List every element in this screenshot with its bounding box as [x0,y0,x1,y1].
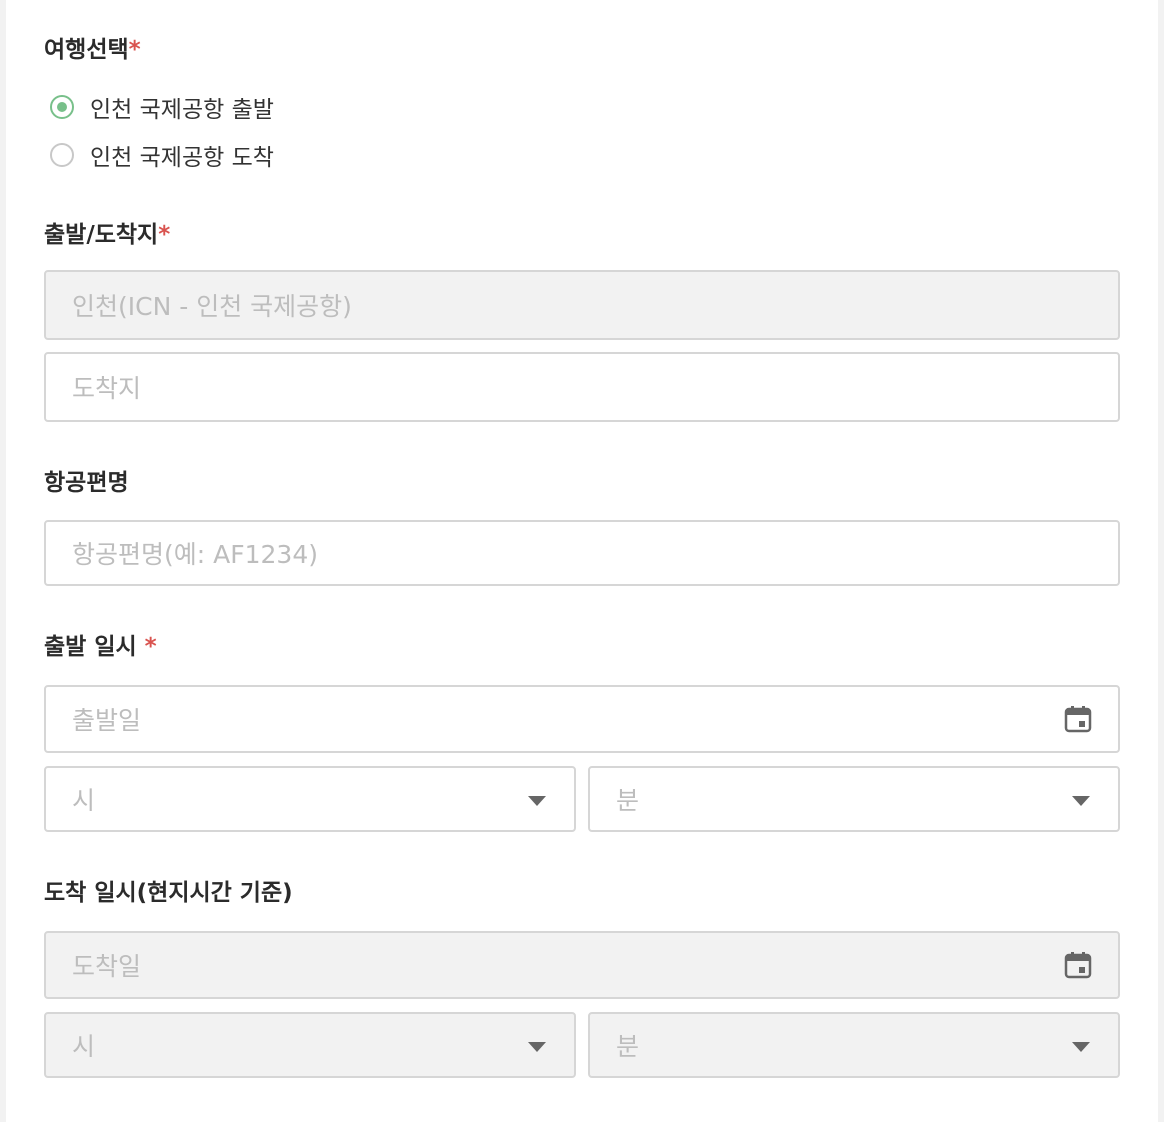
arrival-minute-placeholder: 분 [616,1032,640,1061]
departure-title: 출발 일시 * [44,627,157,661]
chevron-down-icon [1072,1042,1090,1052]
required-mark: * [158,222,171,248]
trip-option-label: 인천 국제공항 출발 [90,97,274,123]
arrival-title-text: 도착 일시(현지시간 기준) [44,880,293,906]
calendar-icon [1064,952,1092,979]
trip-option-departure[interactable]: 인천 국제공항 출발 [50,91,274,123]
chevron-down-icon [528,1042,546,1052]
calendar-icon[interactable] [1064,705,1092,733]
arrival-hour-select: 시 [44,1012,576,1078]
departure-date-input[interactable]: 출발일 [44,685,1120,753]
origin-field: 인천(ICN - 인천 국제공항) [44,270,1120,340]
destination-input[interactable]: 도착지 [44,352,1120,422]
required-mark: * [128,37,141,63]
flight-number-placeholder: 항공편명(예: AF1234) [72,540,318,569]
destination-placeholder: 도착지 [72,374,142,403]
departure-date-placeholder: 출발일 [72,706,142,735]
arrival-title: 도착 일시(현지시간 기준) [44,873,293,907]
right-border [1158,0,1164,1122]
departure-hour-select[interactable]: 시 [44,766,576,832]
departure-title-text: 출발 일시 [44,634,137,660]
arrival-hour-placeholder: 시 [72,1032,96,1061]
trip-option-label: 인천 국제공항 도착 [90,145,274,171]
flight-number-input[interactable]: 항공편명(예: AF1234) [44,520,1120,586]
departure-hour-placeholder: 시 [72,786,96,815]
trip-option-arrival[interactable]: 인천 국제공항 도착 [50,139,274,171]
chevron-down-icon[interactable] [528,796,546,806]
required-mark: * [144,634,157,660]
departure-minute-select[interactable]: 분 [588,766,1120,832]
trip-title-text: 여행선택 [44,37,129,63]
flight-title: 항공편명 [44,463,129,497]
arrival-date-placeholder: 도착일 [72,952,142,981]
chevron-down-icon[interactable] [1072,796,1090,806]
route-title-text: 출발/도착지 [44,222,159,248]
route-title: 출발/도착지* [44,215,170,249]
trip-title: 여행선택* [44,30,141,64]
arrival-date-input: 도착일 [44,931,1120,999]
radio-unchecked-icon[interactable] [50,143,74,167]
origin-value: 인천(ICN - 인천 국제공항) [72,292,352,321]
flight-title-text: 항공편명 [44,470,129,496]
left-border [0,0,6,1122]
departure-minute-placeholder: 분 [616,786,640,815]
radio-checked-icon[interactable] [50,95,74,119]
arrival-minute-select: 분 [588,1012,1120,1078]
